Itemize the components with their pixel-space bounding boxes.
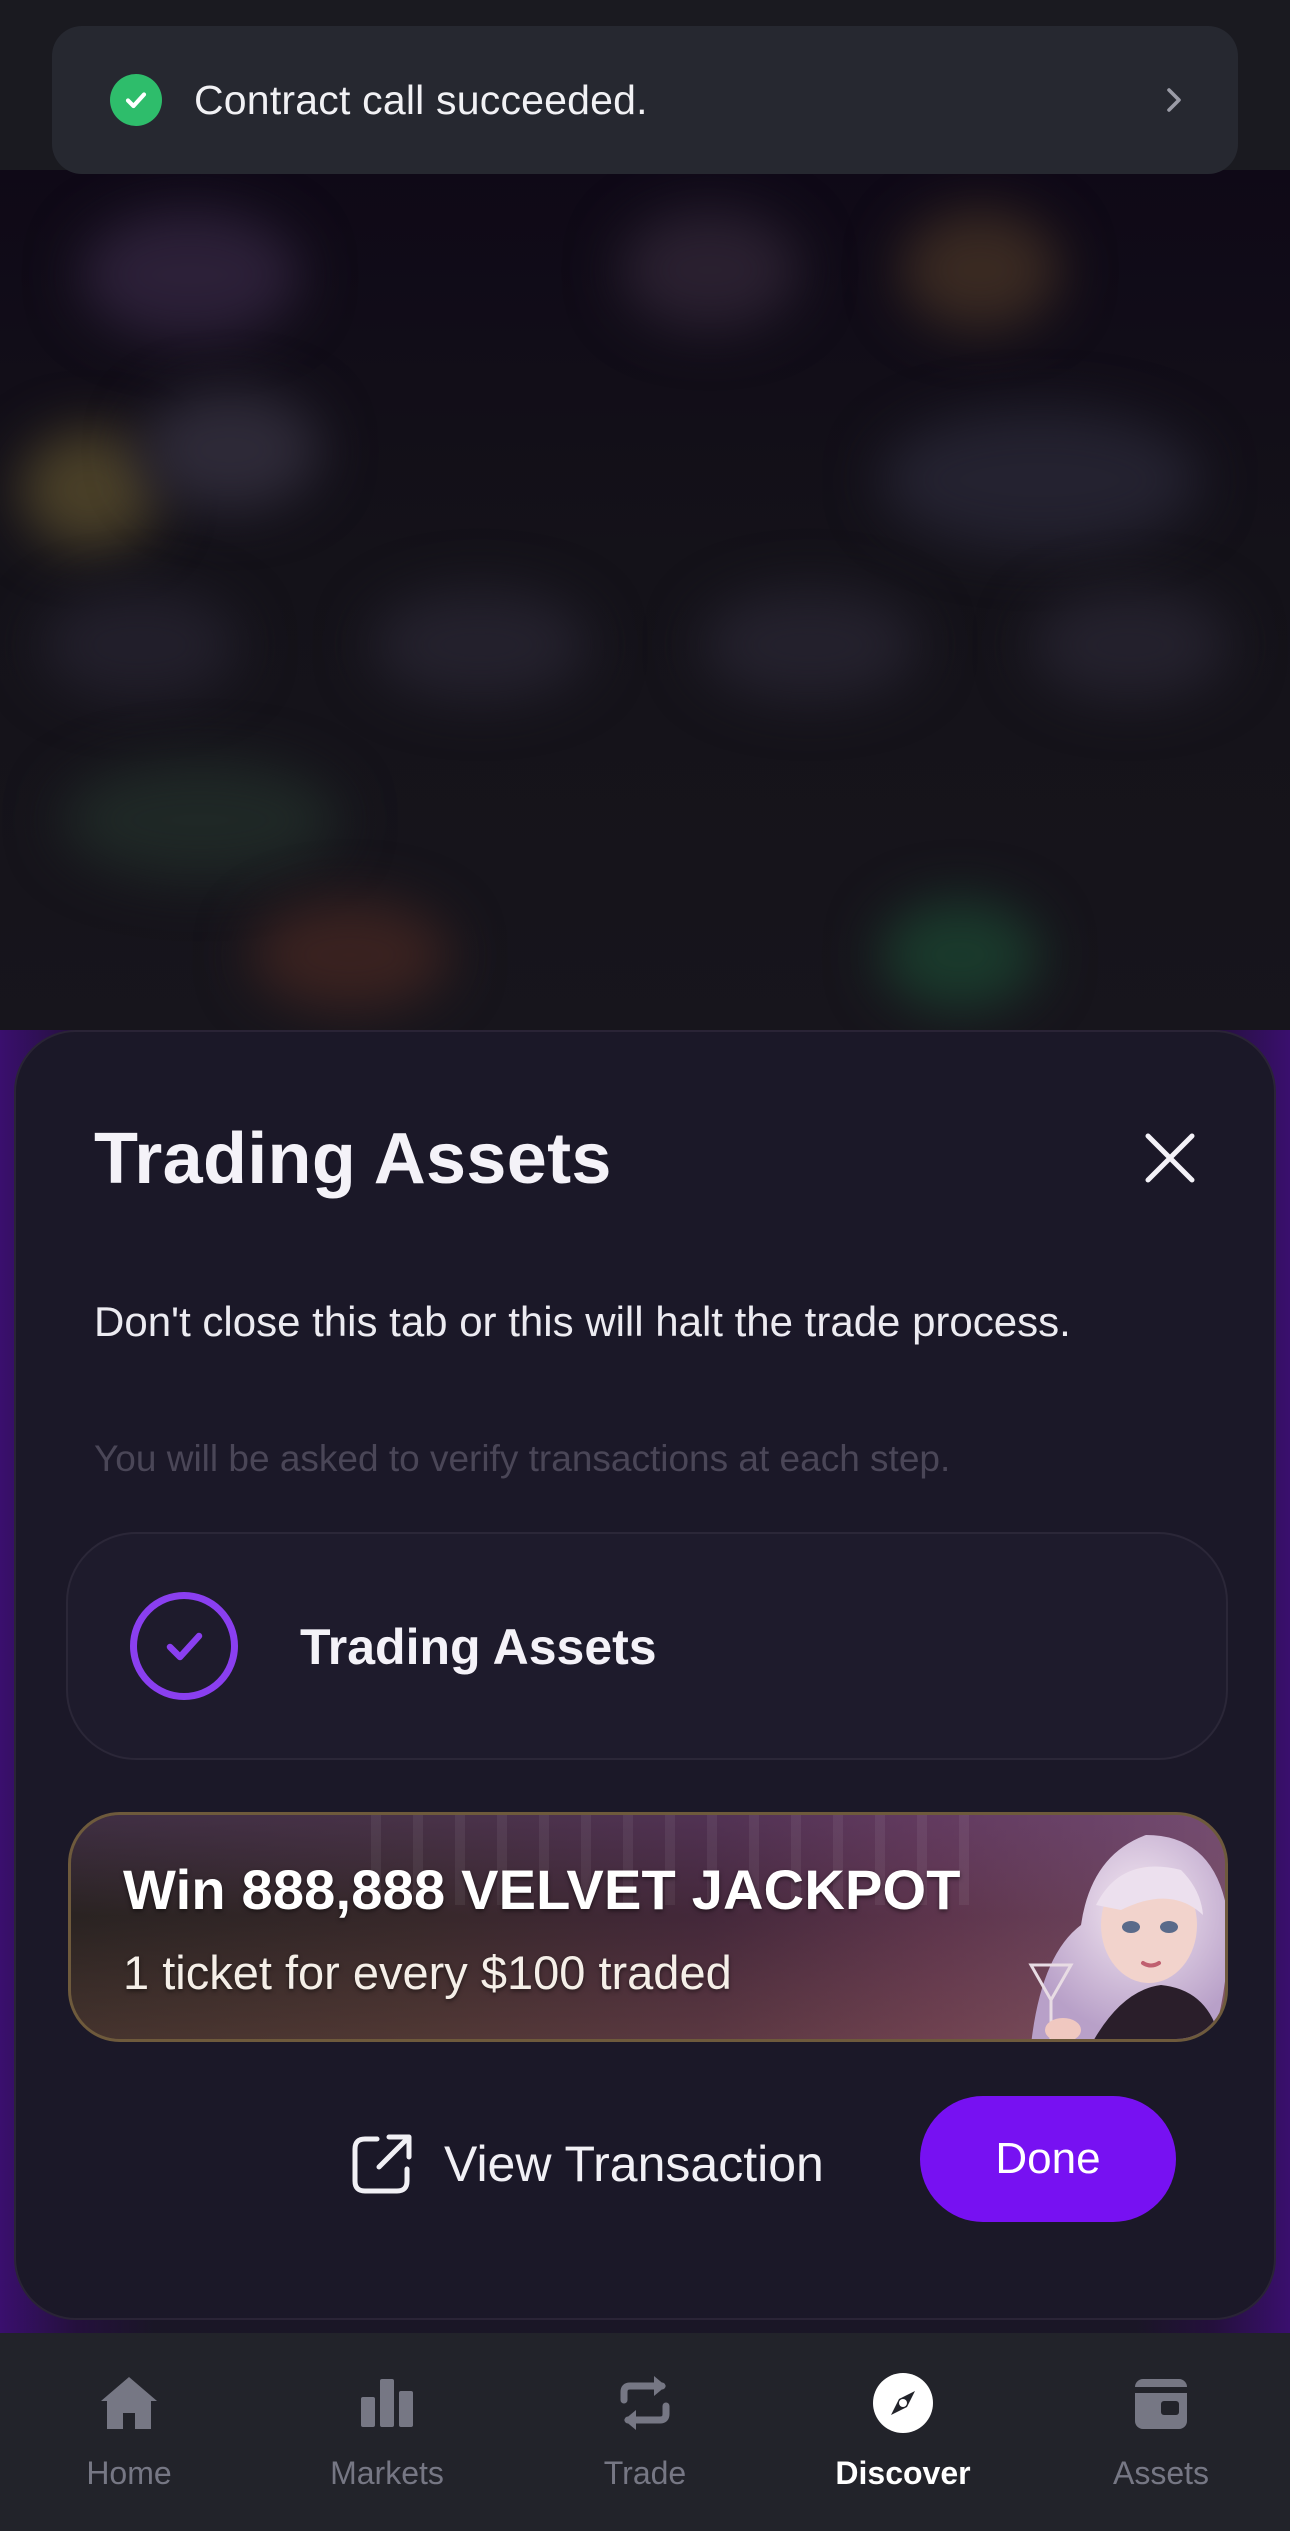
nav-label-trade: Trade bbox=[603, 2455, 687, 2491]
trade-icon bbox=[611, 2369, 679, 2437]
external-link-icon bbox=[344, 2126, 420, 2202]
banner-subtitle: 1 ticket for every $100 traded bbox=[123, 1946, 732, 1999]
home-icon bbox=[95, 2369, 163, 2437]
bottom-nav: Home Markets Trade Discover Assets bbox=[0, 2333, 1290, 2531]
markets-icon bbox=[353, 2369, 421, 2437]
view-transaction-link[interactable]: View Transaction bbox=[344, 2124, 824, 2204]
banner-title: Win 888,888 VELVET JACKPOT bbox=[123, 1858, 961, 1921]
chevron-right-icon[interactable] bbox=[1154, 80, 1194, 120]
success-toast[interactable]: Contract call succeeded. bbox=[52, 26, 1238, 174]
nav-label-assets: Assets bbox=[1112, 2455, 1210, 2491]
toast-message: Contract call succeeded. bbox=[194, 76, 648, 123]
wallet-icon bbox=[1127, 2369, 1195, 2437]
modal-warning-text: Don't close this tab or this will halt t… bbox=[94, 1298, 1071, 1345]
jackpot-promo-banner[interactable]: Win 888,888 VELVET JACKPOT 1 ticket for … bbox=[68, 1812, 1228, 2042]
step-complete-check-icon bbox=[130, 1592, 238, 1700]
modal-title: Trading Assets bbox=[94, 1119, 612, 1199]
modal-hint-text: You will be asked to verify transactions… bbox=[94, 1438, 951, 1479]
nav-label-markets: Markets bbox=[330, 2455, 444, 2491]
banner-character-illustration bbox=[1028, 1835, 1225, 2039]
trading-assets-modal: Trading Assets Don't close this tab or t… bbox=[14, 1030, 1276, 2320]
success-check-icon bbox=[110, 74, 162, 126]
nav-label-home: Home bbox=[86, 2455, 172, 2491]
app-screen: Contract call succeeded. Trading Assets … bbox=[0, 0, 1290, 2531]
close-button[interactable] bbox=[1134, 1124, 1206, 1196]
nav-item-home[interactable]: Home bbox=[0, 2333, 258, 2531]
close-icon bbox=[1142, 1130, 1198, 1191]
nav-item-discover[interactable]: Discover bbox=[774, 2333, 1032, 2531]
view-transaction-label: View Transaction bbox=[444, 2136, 824, 2192]
discover-icon bbox=[869, 2369, 937, 2437]
nav-label-discover: Discover bbox=[835, 2455, 971, 2491]
done-button[interactable]: Done bbox=[920, 2096, 1176, 2222]
nav-item-trade[interactable]: Trade bbox=[516, 2333, 774, 2531]
nav-item-assets[interactable]: Assets bbox=[1032, 2333, 1290, 2531]
step-label: Trading Assets bbox=[300, 1619, 657, 1675]
blurred-background bbox=[0, 170, 1290, 1040]
step-card-trading-assets: Trading Assets bbox=[66, 1532, 1228, 1760]
nav-item-markets[interactable]: Markets bbox=[258, 2333, 516, 2531]
